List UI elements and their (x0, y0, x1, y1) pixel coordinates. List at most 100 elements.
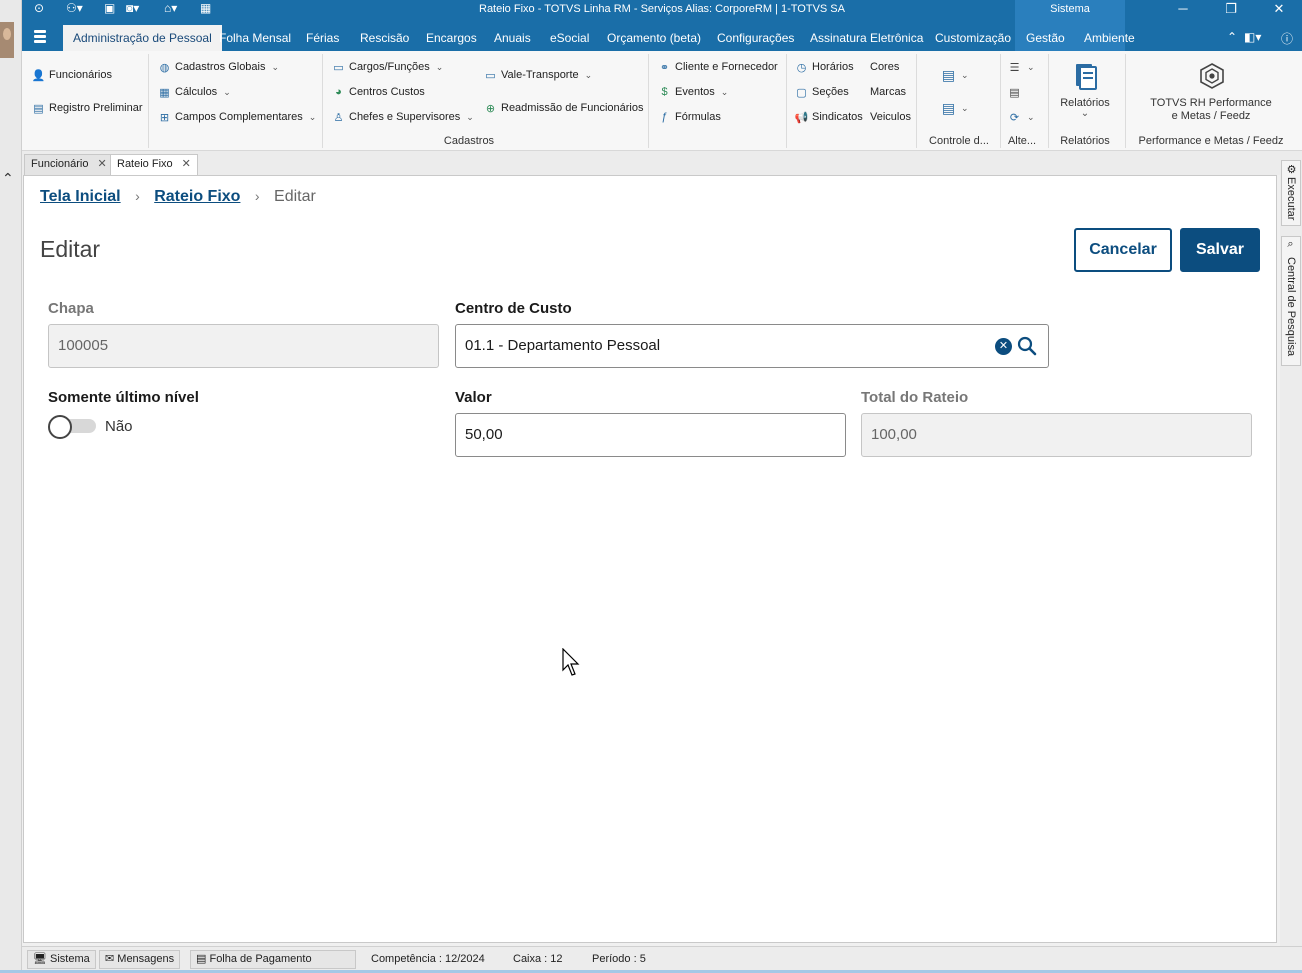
system-label: Sistema (1015, 0, 1125, 18)
ribbon-eventos[interactable]: $ Eventos ⌄ (658, 84, 728, 100)
ribbon-alte-item-2[interactable]: ▤ (1008, 84, 1021, 100)
tab-ambiente[interactable]: Ambiente (1074, 25, 1145, 51)
tab-folha-mensal[interactable]: Folha Mensal (209, 25, 301, 51)
ribbon-marcas[interactable]: Marcas (870, 84, 906, 100)
centro-custo-value: 01.1 - Departamento Pessoal (465, 337, 661, 354)
status-competencia: Competência : 12/2024 (371, 953, 485, 965)
tab-ferias[interactable]: Férias (296, 25, 349, 51)
ribbon-toolbar: 👤 Funcionários ▤ Registro Preliminar ◍ Cada… (22, 51, 1302, 151)
ribbon-formulas[interactable]: ƒ Fórmulas (658, 109, 720, 125)
tab-customizacao[interactable]: Customização (925, 25, 1021, 51)
help-icon[interactable]: ⓘ (1281, 30, 1293, 47)
search-doc-icon: ⌕ (1285, 239, 1297, 250)
group-label-relatorios: Relatórios (1060, 135, 1110, 147)
chevron-down-icon: ⌄ (271, 61, 280, 72)
save-button[interactable]: Salvar (1180, 228, 1260, 272)
ribbon-registro-preliminar[interactable]: ▤ Registro Preliminar (32, 100, 142, 116)
message-icon: ✉ (105, 953, 115, 965)
handshake-icon: ⚭ (659, 61, 670, 74)
valor-field[interactable]: 50,00 (455, 413, 846, 457)
payroll-icon: ▤ (196, 953, 207, 965)
chevron-up-icon[interactable]: ⌃ (2, 170, 14, 187)
ribbon-cadastros-globais[interactable]: ◍ Cadastros Globais ⌄ (158, 59, 279, 75)
ribbon-controle-item-2[interactable]: ▤ ⌄ (942, 100, 969, 116)
add-person-icon: ⊕ (485, 102, 496, 115)
ribbon-veiculos[interactable]: Veiculos (870, 109, 911, 125)
status-folha-pagamento[interactable]: ▤ Folha de Pagamento (190, 950, 356, 969)
supervisor-icon: ♙ (333, 111, 344, 124)
tab-encargos[interactable]: Encargos (416, 25, 487, 51)
restore-button[interactable]: ❐ (1211, 0, 1251, 18)
ribbon-cargos-funcoes[interactable]: ▭ Cargos/Funções ⌄ (332, 59, 443, 75)
breadcrumb: Tela Inicial › Rateio Fixo › Editar (40, 188, 316, 206)
minimize-button[interactable]: ─ (1163, 0, 1203, 18)
somente-ultimo-nivel-label: Somente último nível (48, 389, 199, 406)
search-icon[interactable] (1017, 336, 1037, 356)
doc-tab-funcionario[interactable]: Funcionário ✕ (24, 154, 114, 175)
ribbon-horarios[interactable]: ◷ Horários (795, 59, 854, 75)
user-avatar (0, 22, 14, 58)
ticket-icon: ▭ (485, 69, 496, 82)
ribbon-funcionarios[interactable]: 👤 Funcionários (32, 67, 112, 83)
layout-icon[interactable]: ◧▾ (1244, 30, 1261, 44)
monitor-icon: 🖥 (33, 953, 47, 965)
executar-side-tab[interactable]: ⚙ Executar (1281, 160, 1301, 226)
chevron-down-icon: ⌄ (584, 69, 593, 80)
ribbon-secoes[interactable]: ▢ Seções (795, 84, 848, 100)
ribbon-chefes-supervisores[interactable]: ♙ Chefes e Supervisores ⌄ (332, 109, 474, 125)
clear-icon[interactable]: ✕ (995, 338, 1012, 355)
valor-label: Valor (455, 389, 492, 406)
ribbon-performance-line1[interactable]: TOTVS RH Performance (1128, 97, 1294, 109)
close-tab-icon[interactable]: ✕ (97, 158, 106, 170)
ribbon-alte-item-1[interactable]: ☰ ⌄ (1008, 59, 1035, 75)
breadcrumb-parent-link[interactable]: Rateio Fixo (154, 188, 240, 205)
tab-anuais[interactable]: Anuais (484, 25, 541, 51)
fields-icon: ⊞ (159, 111, 170, 124)
app-menu-icon[interactable] (34, 30, 46, 44)
status-bar: 🖥 Sistema ✉ Mensagens ▤ Folha de Pagamen… (22, 946, 1302, 970)
group-label-performance: Performance e Metas / Feedz (1138, 135, 1284, 147)
centro-custo-field[interactable]: 01.1 - Departamento Pessoal ✕ (455, 324, 1049, 368)
ribbon-vale-transporte[interactable]: ▭ Vale-Transporte ⌄ (484, 67, 592, 83)
status-periodo: Período : 5 (592, 953, 646, 965)
ribbon-divider (1125, 54, 1126, 148)
central-pesquisa-side-tab[interactable]: ⌕ Central de Pesquisa (1281, 236, 1301, 366)
chevron-down-icon: ⌄ (435, 61, 444, 72)
ribbon-campos-complementares[interactable]: ⊞ Campos Complementares ⌄ (158, 109, 316, 125)
tab-administracao-pessoal[interactable]: Administração de Pessoal (63, 25, 222, 51)
total-rateio-label: Total do Rateio (861, 389, 969, 406)
document-icon: ▤ (941, 66, 956, 83)
collapse-ribbon-icon[interactable]: ⌃ (1227, 30, 1237, 44)
tab-assinatura-eletronica[interactable]: Assinatura Eletrônica (800, 25, 933, 51)
tab-gestao[interactable]: Gestão (1016, 25, 1075, 51)
person-form-icon: ▤ (33, 102, 44, 115)
close-window-button[interactable]: ✕ (1259, 0, 1299, 18)
ribbon-cliente-fornecedor[interactable]: ⚭ Cliente e Fornecedor (658, 59, 778, 75)
ribbon-performance-line2[interactable]: e Metas / Feedz (1128, 110, 1294, 122)
status-mensagens[interactable]: ✉ Mensagens (99, 950, 181, 969)
ribbon-controle-item-1[interactable]: ▤ ⌄ (942, 67, 969, 83)
tab-configuracoes[interactable]: Configurações (707, 25, 804, 51)
somente-ultimo-nivel-toggle[interactable] (48, 415, 96, 439)
breadcrumb-home-link[interactable]: Tela Inicial (40, 188, 121, 205)
performance-icon[interactable] (1198, 62, 1226, 93)
status-sistema[interactable]: 🖥 Sistema (27, 950, 96, 969)
tab-esocial[interactable]: eSocial (540, 25, 599, 51)
ribbon-centros-custos[interactable]: ◕ Centros Custos (332, 84, 425, 100)
tab-orcamento[interactable]: Orçamento (beta) (597, 25, 711, 51)
ribbon-alte-item-3[interactable]: ⟳ ⌄ (1008, 109, 1035, 125)
ribbon-calculos[interactable]: ▦ Cálculos ⌄ (158, 84, 231, 100)
reports-icon[interactable] (1074, 62, 1098, 93)
doc-tab-rateio-fixo[interactable]: Rateio Fixo ✕ (110, 154, 198, 175)
chevron-down-icon: ⌄ (223, 86, 231, 97)
chevron-down-icon: ⌄ (1027, 61, 1035, 72)
close-tab-icon[interactable]: ✕ (182, 158, 191, 170)
document-check-icon: ▤ (1009, 86, 1020, 99)
tab-rescisao[interactable]: Rescisão (350, 25, 419, 51)
ribbon-readmissao[interactable]: ⊕ Readmissão de Funcionários (484, 100, 644, 116)
ribbon-sindicatos[interactable]: 📢 Sindicatos (795, 109, 863, 125)
chevron-right-icon: › (254, 188, 260, 204)
briefcase-icon: ▭ (333, 61, 344, 74)
cancel-button[interactable]: Cancelar (1074, 228, 1172, 272)
ribbon-cores[interactable]: Cores (870, 59, 899, 75)
